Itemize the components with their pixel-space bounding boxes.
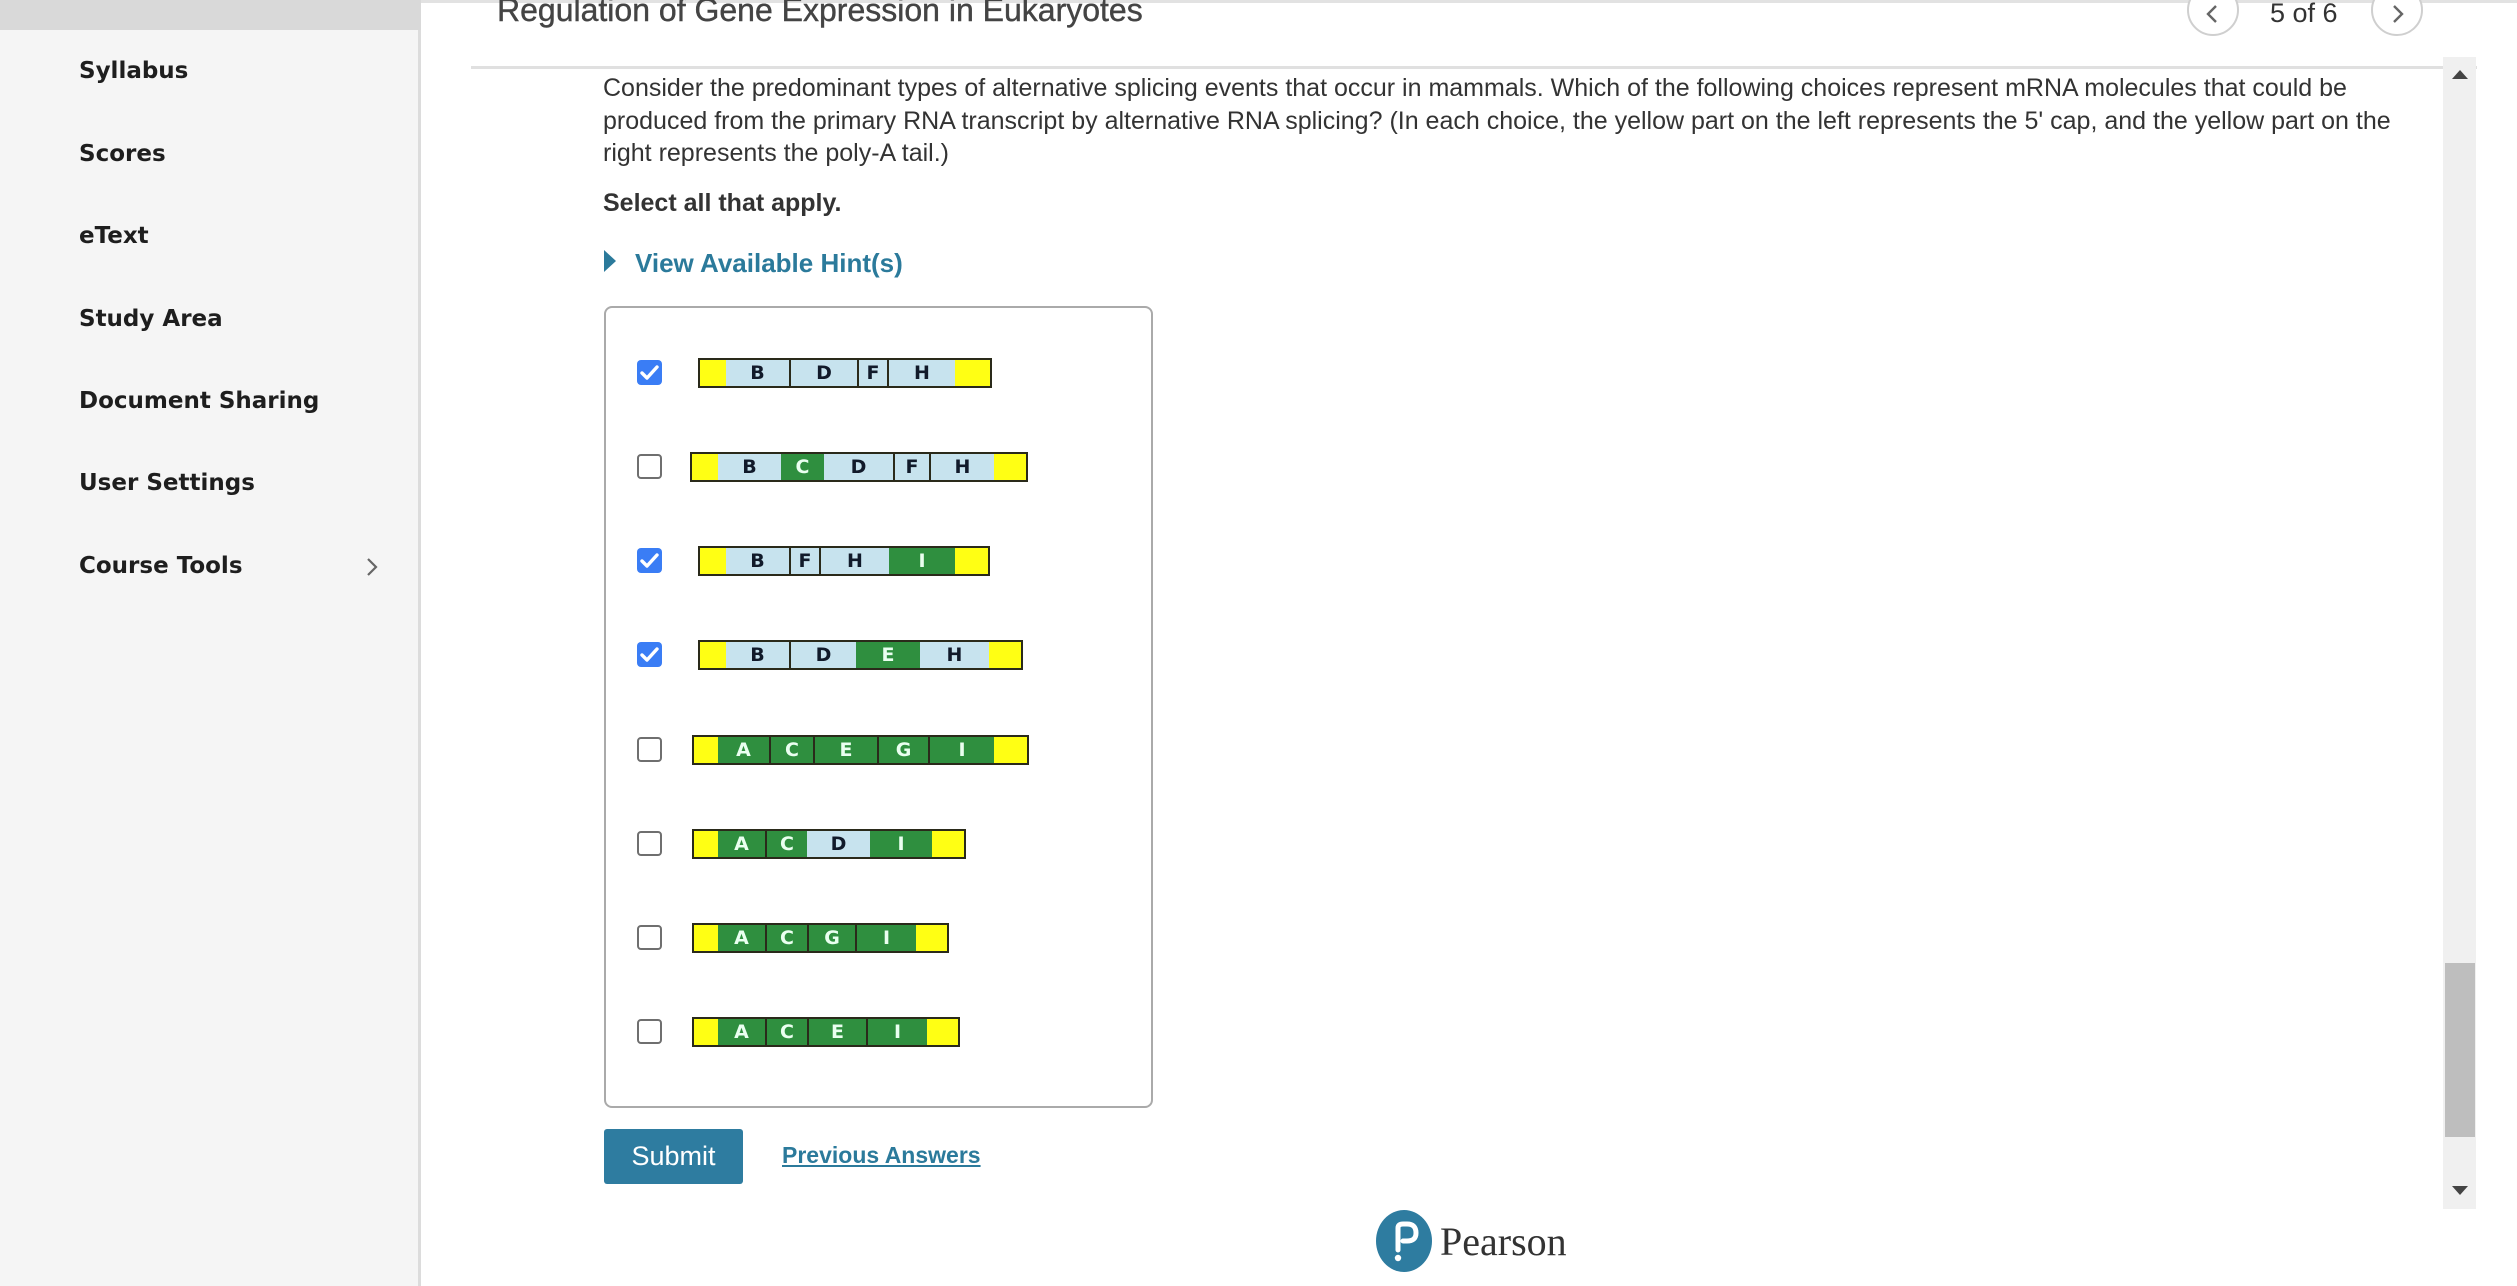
- five-prime-cap: [694, 1019, 718, 1045]
- question-text: Consider the predominant types of altern…: [603, 74, 2391, 167]
- five-prime-cap: [694, 925, 718, 951]
- page-title: Regulation of Gene Expression in Eukaryo…: [497, 0, 1143, 28]
- previous-question-button[interactable]: [2187, 0, 2239, 36]
- exon-segment: D: [824, 454, 893, 480]
- exon-segment: E: [807, 1019, 866, 1045]
- exon-segment: I: [866, 1019, 927, 1045]
- mrna-diagram[interactable]: BDFH: [698, 358, 992, 388]
- exon-segment: E: [813, 737, 877, 763]
- mrna-diagram[interactable]: ACGI: [692, 923, 949, 953]
- exon-segment: H: [819, 548, 889, 574]
- five-prime-cap: [694, 831, 718, 857]
- exon-segment: F: [857, 360, 887, 386]
- exon-segment: G: [807, 925, 855, 951]
- poly-a-tail: [994, 737, 1027, 763]
- choice-checkbox[interactable]: [637, 737, 662, 762]
- exon-segment: H: [929, 454, 994, 480]
- exon-segment: A: [718, 831, 765, 857]
- five-prime-cap: [694, 737, 718, 763]
- instruction-text: Select all that apply.: [603, 189, 842, 217]
- exon-segment: F: [893, 454, 929, 480]
- chevron-right-icon[interactable]: [361, 556, 383, 578]
- previous-answers-link[interactable]: Previous Answers: [782, 1142, 981, 1169]
- exon-segment: H: [920, 642, 989, 668]
- sidebar-item-user-settings[interactable]: User Settings: [79, 470, 255, 496]
- exon-segment: A: [718, 737, 769, 763]
- exon-segment: D: [789, 642, 856, 668]
- pearson-logo-icon: [1376, 1210, 1432, 1272]
- sidebar-item-etext[interactable]: eText: [79, 223, 149, 249]
- exon-segment: I: [928, 737, 994, 763]
- five-prime-cap: [692, 454, 718, 480]
- exon-segment: I: [855, 925, 916, 951]
- mrna-diagram[interactable]: ACEI: [692, 1017, 960, 1047]
- poly-a-tail: [927, 1019, 958, 1045]
- exon-segment: C: [765, 925, 807, 951]
- choice-checkbox[interactable]: [637, 360, 662, 385]
- checkmark-icon: [640, 365, 659, 380]
- poly-a-tail: [989, 642, 1021, 668]
- sidebar-item-scores[interactable]: Scores: [79, 141, 166, 167]
- exon-segment: B: [726, 548, 789, 574]
- poly-a-tail: [932, 831, 964, 857]
- poly-a-tail: [916, 925, 947, 951]
- mrna-diagram[interactable]: BCDFH: [690, 452, 1028, 482]
- sidebar: [0, 0, 421, 1286]
- exon-segment: A: [718, 1019, 765, 1045]
- poly-a-tail: [955, 360, 990, 386]
- choices-container: [604, 306, 1153, 1108]
- exon-segment: H: [887, 360, 955, 386]
- submit-button[interactable]: Submit: [604, 1129, 743, 1184]
- poly-a-tail: [994, 454, 1026, 480]
- sidebar-top-strip: [0, 0, 421, 30]
- view-hints-link[interactable]: View Available Hint(s): [635, 248, 903, 279]
- sidebar-item-syllabus[interactable]: Syllabus: [79, 58, 188, 84]
- exon-segment: C: [765, 1019, 807, 1045]
- exon-segment: A: [718, 925, 765, 951]
- mrna-diagram[interactable]: BDEH: [698, 640, 1023, 670]
- chevron-right-icon: [2393, 5, 2404, 23]
- scroll-up-arrow-icon[interactable]: [2452, 70, 2468, 79]
- exon-segment: B: [726, 642, 789, 668]
- five-prime-cap: [700, 360, 726, 386]
- mrna-diagram[interactable]: ACDI: [692, 829, 966, 859]
- chevron-left-icon: [2206, 5, 2217, 23]
- five-prime-cap: [700, 548, 726, 574]
- mrna-diagram[interactable]: BFHI: [698, 546, 990, 576]
- checkmark-icon: [640, 553, 659, 568]
- exon-segment: C: [765, 831, 807, 857]
- exon-segment: C: [769, 737, 813, 763]
- exon-segment: B: [718, 454, 781, 480]
- exon-segment: I: [870, 831, 932, 857]
- exon-segment: G: [877, 737, 928, 763]
- header-divider: [471, 66, 2477, 69]
- poly-a-tail: [955, 548, 988, 574]
- sidebar-item-study-area[interactable]: Study Area: [79, 306, 223, 332]
- exon-segment: D: [789, 360, 857, 386]
- choice-checkbox[interactable]: [637, 454, 662, 479]
- exon-segment: C: [781, 454, 824, 480]
- exon-segment: B: [726, 360, 789, 386]
- choice-checkbox[interactable]: [637, 642, 662, 667]
- exon-segment: E: [856, 642, 920, 668]
- scrollbar-thumb[interactable]: [2445, 963, 2475, 1137]
- exon-segment: F: [789, 548, 819, 574]
- choice-checkbox[interactable]: [637, 548, 662, 573]
- choice-checkbox[interactable]: [637, 1019, 662, 1044]
- choice-checkbox[interactable]: [637, 831, 662, 856]
- pagination-status: 5 of 6: [2270, 0, 2338, 28]
- scroll-down-arrow-icon[interactable]: [2452, 1186, 2468, 1195]
- pearson-logo: Pearson: [1376, 1210, 1596, 1274]
- exon-segment: D: [807, 831, 870, 857]
- sidebar-item-document-sharing[interactable]: Document Sharing: [79, 388, 319, 414]
- mrna-diagram[interactable]: ACEGI: [692, 735, 1029, 765]
- next-question-button[interactable]: [2371, 0, 2423, 36]
- five-prime-cap: [700, 642, 726, 668]
- exon-segment: I: [889, 548, 955, 574]
- pearson-logo-text: Pearson: [1440, 1219, 1567, 1264]
- choice-checkbox[interactable]: [637, 925, 662, 950]
- sidebar-item-course-tools[interactable]: Course Tools: [79, 553, 243, 579]
- checkmark-icon: [640, 647, 659, 662]
- caret-right-icon: [604, 250, 616, 272]
